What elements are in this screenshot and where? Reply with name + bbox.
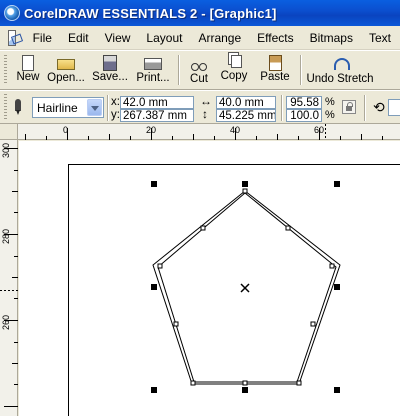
height-arrows-icon <box>200 107 214 122</box>
open-label: Open... <box>47 72 85 84</box>
copy-icon <box>230 55 242 68</box>
y-position-field[interactable]: 267.387 mm <box>120 109 194 122</box>
selection-handle-middle-right[interactable] <box>334 284 340 290</box>
scale-y-field[interactable]: 100.0 <box>286 109 322 122</box>
selection-handle-top-right[interactable] <box>334 181 340 187</box>
menu-bar: File Edit View Layout Arrange Effects Bi… <box>0 26 400 50</box>
outline-pen-icon <box>11 99 25 115</box>
ruler-label-20: 20 <box>146 125 157 135</box>
printer-icon <box>144 58 162 70</box>
undo-arrow-icon <box>331 55 350 71</box>
paste-label: Paste <box>260 71 290 83</box>
open-folder-icon <box>57 59 75 70</box>
scale-y-percent: % <box>325 109 335 121</box>
width-field[interactable]: 40.0 mm <box>216 96 276 109</box>
scissors-icon <box>190 55 208 71</box>
ruler-label-280: 280 <box>1 228 11 244</box>
menu-layout[interactable]: Layout <box>139 31 191 45</box>
horizontal-ruler[interactable]: 0 20 40 60 <box>18 124 400 140</box>
scale-x-field[interactable]: 95.58 <box>286 96 322 109</box>
x-label: x: <box>111 96 120 108</box>
ruler-label-260: 260 <box>1 314 11 330</box>
selection-handle-bottom-left[interactable] <box>151 387 157 393</box>
center-cross-icon <box>240 283 250 293</box>
menu-effects[interactable]: Effects <box>250 31 302 45</box>
pentagon-drawing <box>152 188 341 386</box>
drawing-canvas[interactable] <box>19 141 400 416</box>
lock-ratio-icon[interactable] <box>342 100 356 114</box>
x-position-field[interactable]: 42.0 mm <box>120 96 194 109</box>
print-label: Print... <box>136 72 170 84</box>
new-label: New <box>16 71 40 83</box>
cut-button[interactable]: Cut <box>184 52 214 88</box>
menu-edit[interactable]: Edit <box>61 31 98 45</box>
print-button[interactable]: Print... <box>132 52 174 88</box>
menu-file[interactable]: File <box>26 31 61 45</box>
selection-handle-bottom-center[interactable] <box>242 387 248 393</box>
cut-label: Cut <box>190 73 208 85</box>
ruler-label-300: 300 <box>1 142 11 158</box>
menu-text[interactable]: Text <box>362 31 400 45</box>
menu-view[interactable]: View <box>98 31 140 45</box>
menu-arrange[interactable]: Arrange <box>191 31 250 45</box>
ruler-origin[interactable] <box>0 124 18 140</box>
document-menu-icon[interactable] <box>8 29 16 46</box>
paste-button[interactable]: Paste <box>254 52 296 88</box>
property-bar-grip[interactable] <box>4 94 7 120</box>
toolbar-grip[interactable] <box>4 55 7 85</box>
coreldraw-app-icon[interactable] <box>4 5 20 21</box>
rotation-angle-field[interactable] <box>388 99 400 116</box>
property-bar-separator <box>281 95 283 121</box>
toolbar-separator <box>178 55 180 85</box>
new-button[interactable]: New <box>12 52 44 88</box>
rotate-icon: ⟲ <box>373 99 385 115</box>
ruler-label-40: 40 <box>230 125 241 135</box>
open-button[interactable]: Open... <box>44 52 88 88</box>
selection-handle-top-left[interactable] <box>151 181 157 187</box>
toolbar-separator <box>300 55 302 85</box>
window-title: CorelDRAW ESSENTIALS 2 - [Graphic1] <box>24 5 277 21</box>
scale-x-percent: % <box>325 96 335 108</box>
ruler-label-0: 0 <box>63 125 69 135</box>
save-disk-icon <box>103 55 117 71</box>
y-label: y: <box>111 109 120 121</box>
title-bar: CorelDRAW ESSENTIALS 2 - [Graphic1] <box>0 0 400 26</box>
outline-width-value: Hairline <box>37 100 78 115</box>
save-button[interactable]: Save... <box>88 52 132 88</box>
property-bar: Hairline x: 42.0 mm y: 267.387 mm 40.0 m… <box>0 90 400 124</box>
property-bar-separator <box>364 95 366 121</box>
selection-handle-bottom-right[interactable] <box>334 387 340 393</box>
ruler-label-60: 60 <box>314 125 325 135</box>
height-field[interactable]: 45.225 mm <box>216 109 276 122</box>
horizontal-ruler-ticks <box>25 124 383 140</box>
undo-button[interactable]: Undo Stretch <box>306 52 374 88</box>
copy-label: Copy <box>220 70 248 82</box>
copy-button[interactable]: Copy <box>214 52 254 88</box>
property-bar-separator <box>107 95 109 121</box>
vertical-ruler-ticks <box>0 148 18 407</box>
outline-width-select[interactable]: Hairline <box>32 97 104 118</box>
save-label: Save... <box>92 71 128 83</box>
new-document-icon <box>22 55 34 71</box>
paste-clipboard-icon <box>268 55 282 71</box>
menu-bitmaps[interactable]: Bitmaps <box>303 31 362 45</box>
selection-handle-middle-left[interactable] <box>151 284 157 290</box>
vertical-ruler[interactable]: 300 280 260 <box>0 140 18 416</box>
undo-label: Undo Stretch <box>306 73 374 85</box>
standard-toolbar: New Open... Save... Print... Cut Copy Pa… <box>0 50 400 90</box>
selection-handle-top-center[interactable] <box>242 181 248 187</box>
chevron-down-icon[interactable] <box>87 99 102 116</box>
